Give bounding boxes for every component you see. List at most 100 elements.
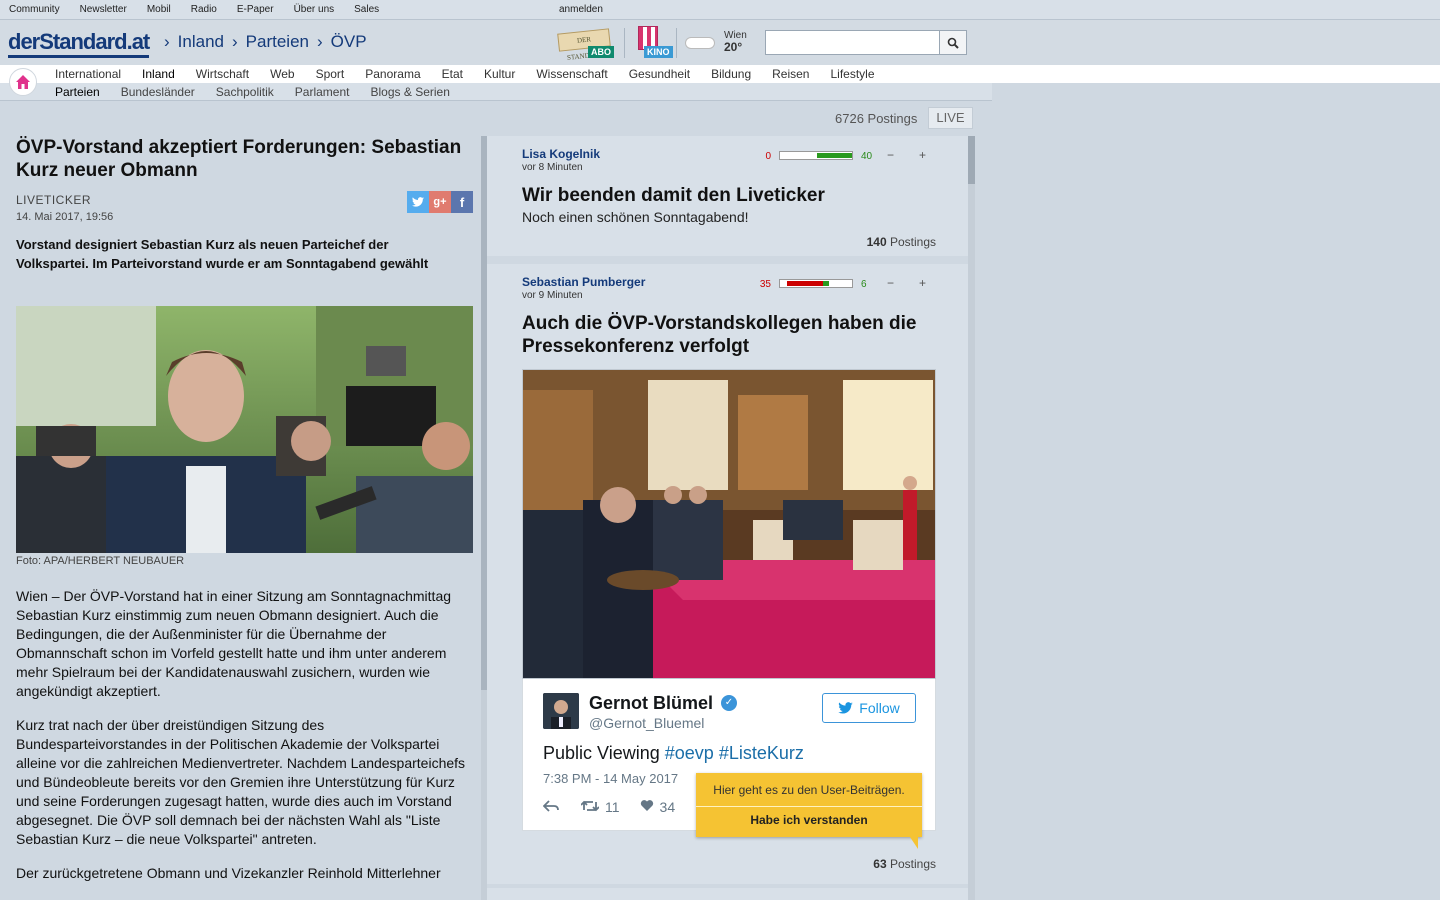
nav-item-lifestyle[interactable]: Lifestyle [830,67,874,81]
tooltip-arrow [910,837,918,849]
photo-caption: Foto: APA/HERBERT NEUBAUER [16,555,185,567]
live-button[interactable]: LIVE [928,107,973,129]
hashtag-link[interactable]: #oevp [665,743,714,763]
tooltip-confirm-button[interactable]: Habe ich verstanden [696,813,922,827]
follow-button[interactable]: Follow [822,693,916,723]
tooltip-message: Hier geht es zu den User-Beiträgen. [713,783,905,797]
home-button[interactable] [9,68,37,96]
breadcrumb-parteien[interactable]: Parteien [246,32,309,52]
article-lead: Vorstand designiert Sebastian Kurz als n… [16,237,429,271]
nav-item-international[interactable]: International [55,67,121,81]
ticker-scrollbar[interactable] [968,136,975,900]
rating-bar [779,279,853,288]
hashtag-link[interactable]: #ListeKurz [719,743,804,763]
retweet-icon[interactable] [580,799,600,815]
googleplus-share-button[interactable]: g+ [429,191,451,213]
tweet-date[interactable]: 7:38 PM - 14 May 2017 [543,771,678,786]
entry-author[interactable]: Sebastian Pumberger [522,275,645,289]
breadcrumb-oevp[interactable]: ÖVP [331,32,367,52]
avatar-image [543,693,579,729]
tweet-photo[interactable] [522,369,936,679]
divider [624,28,625,58]
entry-postings-link[interactable]: 140 Postings [867,235,936,249]
verified-badge-icon: ✓ [721,695,737,711]
onboarding-tooltip: Hier geht es zu den User-Beiträgen. Habe… [696,773,922,849]
subnav-item-parlament[interactable]: Parlament [295,85,350,99]
like-icon[interactable] [640,799,654,815]
nav-item-wirtschaft[interactable]: Wirtschaft [196,67,249,81]
entry-time: vor 8 Minuten [522,162,583,173]
nav-item-sport[interactable]: Sport [316,67,345,81]
abo-label: ABO [588,46,614,58]
weather-temperature: 20° [724,40,743,54]
ticker-entry-next [487,888,968,900]
subnav-item-sachpolitik[interactable]: Sachpolitik [216,85,274,99]
rating-bar-positive [817,153,852,158]
cloud-icon [686,38,714,48]
rate-down-button[interactable]: − [887,276,894,290]
site-logo[interactable]: derStandard.at [8,29,150,58]
tweet-avatar[interactable] [543,693,579,729]
entry-time: vor 9 Minuten [522,290,583,301]
main-nav: International Inland Wirtschaft Web Sport Pan… [0,65,1440,83]
home-icon [16,75,30,89]
breadcrumb-inland[interactable]: Inland [178,32,224,52]
subnav-item-parteien[interactable]: Parteien [55,85,100,99]
rating-positive-count: 6 [861,279,867,290]
login-link[interactable]: anmelden [559,4,603,15]
search-input[interactable] [766,31,940,54]
subnav-item-bundesländer[interactable]: Bundesländer [121,85,195,99]
twitter-bird-icon [838,702,853,714]
tweet-text-body: Public Viewing [543,743,660,763]
rate-down-button[interactable]: − [887,148,894,162]
sub-nav: Parteien Bundesländer Sachpolitik Parlament… [0,83,992,101]
entry-rating: 0 40 − + [757,148,937,164]
nav-item-etat[interactable]: Etat [442,67,463,81]
article-date: 14. Mai 2017, 19:56 [16,211,114,223]
retweet-count: 11 [605,799,620,815]
entry-title: Auch die ÖVP-Vorstandskollegen haben die… [522,313,917,357]
nav-item-kultur[interactable]: Kultur [484,67,515,81]
tweet-author-handle[interactable]: @Gernot_Bluemel [589,715,704,731]
entry-author[interactable]: Lisa Kogelnik [522,147,600,161]
rating-negative-count: 35 [759,279,771,290]
reply-icon[interactable] [542,799,559,815]
link-ueber-uns[interactable]: Über uns [294,4,335,15]
kino-label: KINO [644,46,673,58]
entry-postings-link[interactable]: 63 Postings [873,857,936,871]
article-photo[interactable] [16,306,473,553]
nav-item-gesundheit[interactable]: Gesundheit [629,67,690,81]
breadcrumb-separator: › [164,32,170,51]
rate-up-button[interactable]: + [919,148,926,162]
tweet-author-name[interactable]: Gernot Blümel [589,693,713,714]
weather-widget[interactable]: Wien 20° [686,28,756,58]
search-button[interactable] [939,31,966,54]
abo-button[interactable]: DER STANDARD ABO [557,28,614,62]
facebook-share-button[interactable]: f [451,191,473,213]
link-newsletter[interactable]: Newsletter [80,4,127,15]
ticker-entry: Lisa Kogelnik vor 8 Minuten 0 40 − + Wir… [487,136,968,256]
link-community[interactable]: Community [9,4,60,15]
googleplus-icon: g+ [433,196,447,208]
postings-count[interactable]: 6726 Postings [835,111,917,126]
twitter-share-button[interactable] [407,191,429,213]
kino-button[interactable]: KINO [634,26,673,58]
rating-bar-negative [787,281,823,286]
article: ÖVP-Vorstand akzeptiert Forderungen: Seb… [16,136,474,881]
nav-item-inland[interactable]: Inland [142,67,175,81]
nav-item-web[interactable]: Web [270,67,294,81]
nav-item-wissenschaft[interactable]: Wissenschaft [536,67,607,81]
nav-item-bildung[interactable]: Bildung [711,67,751,81]
scrollbar-thumb[interactable] [968,136,975,184]
link-mobil[interactable]: Mobil [147,4,171,15]
article-title: ÖVP-Vorstand akzeptiert Forderungen: Seb… [16,137,462,181]
link-epaper[interactable]: E-Paper [237,4,274,15]
twitter-icon [412,197,424,207]
rate-up-button[interactable]: + [919,276,926,290]
follow-label: Follow [859,700,900,716]
link-sales[interactable]: Sales [354,4,379,15]
nav-item-panorama[interactable]: Panorama [365,67,420,81]
nav-item-reisen[interactable]: Reisen [772,67,809,81]
subnav-item-blogs-serien[interactable]: Blogs & Serien [371,85,450,99]
link-radio[interactable]: Radio [191,4,217,15]
